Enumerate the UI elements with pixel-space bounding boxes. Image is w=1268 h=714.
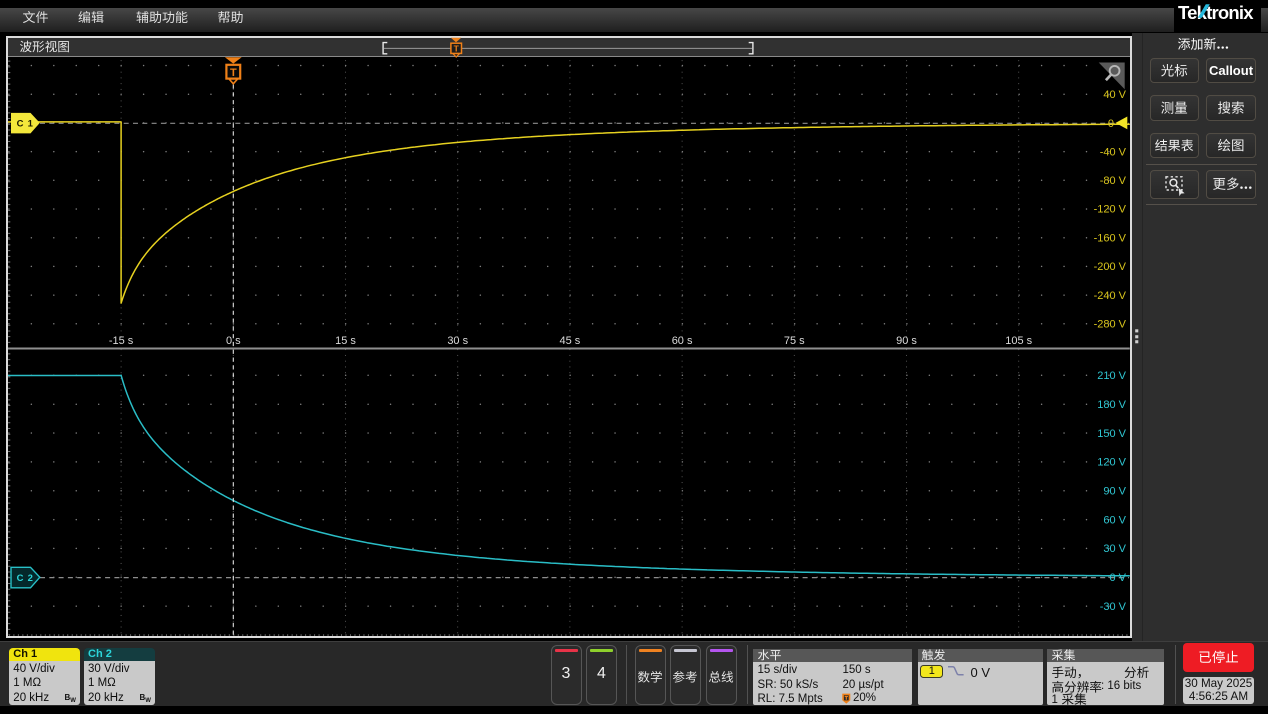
svg-text:30 V: 30 V [1103, 543, 1126, 555]
svg-text:180 V: 180 V [1097, 398, 1126, 410]
svg-text:C 1: C 1 [17, 118, 34, 129]
svg-text:-160 V: -160 V [1094, 232, 1127, 244]
svg-text:150 V: 150 V [1097, 427, 1126, 439]
svg-text:-120 V: -120 V [1094, 203, 1127, 215]
svg-text:60 V: 60 V [1103, 514, 1126, 526]
svg-text:C 2: C 2 [17, 572, 34, 583]
svg-text:210 V: 210 V [1097, 370, 1126, 382]
svg-text:-15 s: -15 s [109, 334, 134, 346]
svg-text:0 s: 0 s [226, 334, 241, 346]
svg-text:-240 V: -240 V [1094, 289, 1127, 301]
svg-text:45 s: 45 s [560, 334, 581, 346]
svg-text:120 V: 120 V [1097, 456, 1126, 468]
svg-text:-40 V: -40 V [1100, 146, 1127, 158]
svg-text:60 s: 60 s [672, 334, 693, 346]
svg-text:105 s: 105 s [1005, 334, 1032, 346]
svg-text:-200 V: -200 V [1094, 261, 1127, 273]
svg-text:40 V: 40 V [1103, 88, 1126, 100]
svg-text:75 s: 75 s [784, 334, 805, 346]
svg-text:90 V: 90 V [1103, 485, 1126, 497]
svg-text:T: T [230, 66, 237, 78]
svg-text:15 s: 15 s [335, 334, 356, 346]
svg-text:-30 V: -30 V [1100, 600, 1127, 612]
svg-text:-280 V: -280 V [1094, 318, 1127, 330]
svg-text:-80 V: -80 V [1100, 175, 1127, 187]
svg-text:90 s: 90 s [896, 334, 917, 346]
svg-text:0 V: 0 V [1109, 571, 1126, 583]
svg-text:0: 0 [1108, 117, 1114, 129]
svg-text:30 s: 30 s [447, 334, 468, 346]
